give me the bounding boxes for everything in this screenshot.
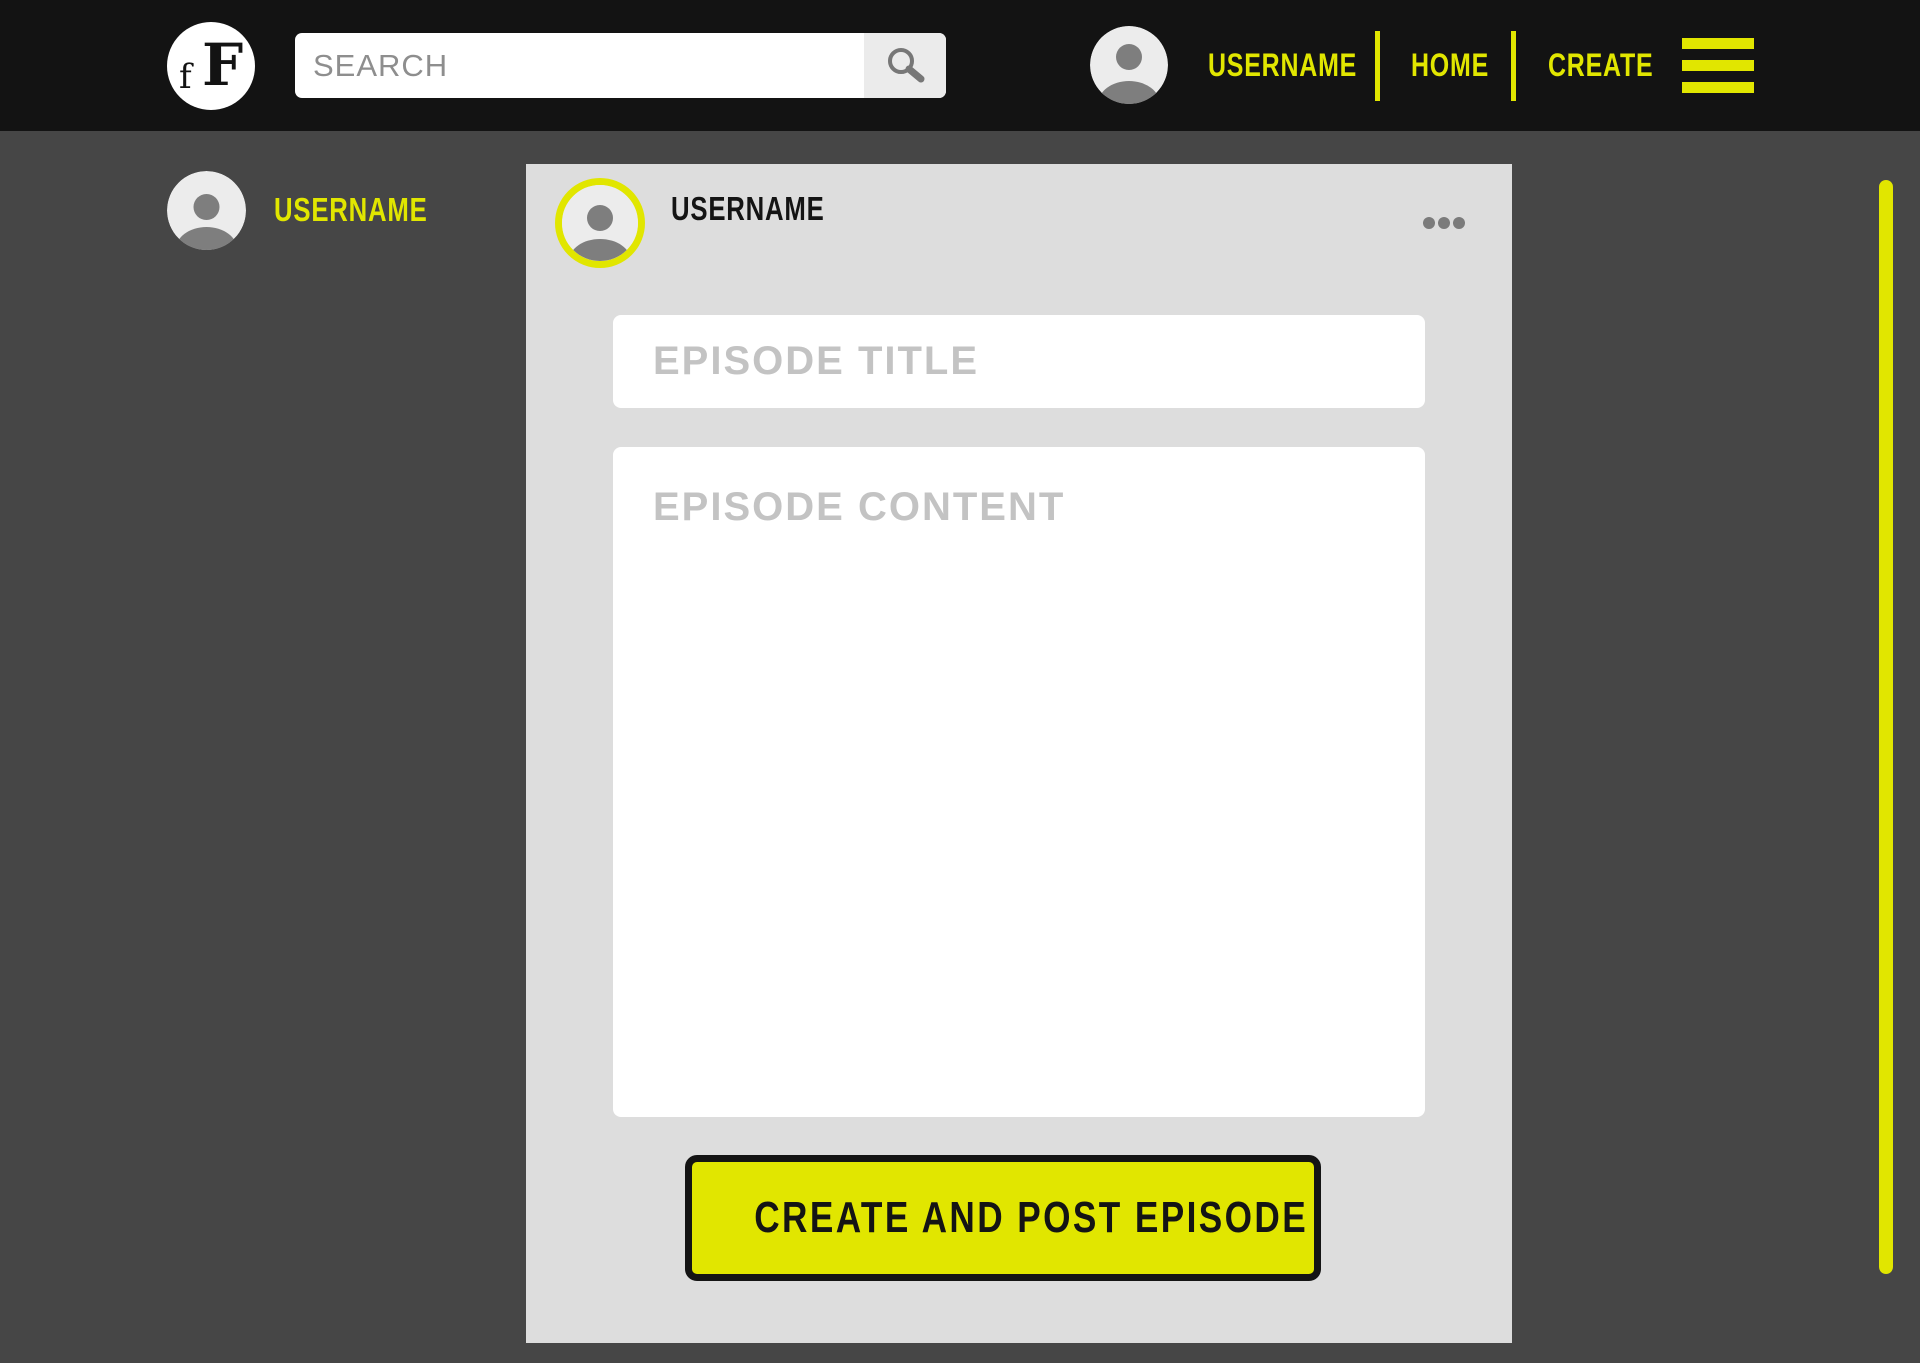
nav-divider bbox=[1511, 31, 1516, 101]
nav-home-link[interactable]: HOME bbox=[1411, 40, 1489, 90]
episode-title-field[interactable] bbox=[613, 315, 1425, 408]
nav-create-link[interactable]: CREATE bbox=[1548, 40, 1653, 90]
search-button[interactable] bbox=[864, 33, 946, 98]
more-dot bbox=[1438, 217, 1450, 229]
user-avatar-icon bbox=[1090, 26, 1168, 104]
author-avatar[interactable] bbox=[555, 178, 645, 268]
nav-username-link[interactable]: USERNAME bbox=[1208, 40, 1357, 90]
top-navigation-bar: f F USERNAME HOME CREATE bbox=[0, 0, 1920, 131]
episode-content-field[interactable] bbox=[613, 447, 1425, 1117]
scrollbar[interactable] bbox=[1879, 180, 1893, 1274]
submit-button-label: CREATE AND POST EPISODE bbox=[754, 1193, 1309, 1242]
create-episode-card: USERNAME CREATE AND POST EPISODE bbox=[526, 164, 1512, 1343]
search-input[interactable] bbox=[295, 33, 863, 98]
menu-bar bbox=[1682, 60, 1754, 71]
more-options-icon[interactable] bbox=[1420, 208, 1468, 238]
search-icon bbox=[888, 48, 925, 83]
user-avatar-icon bbox=[562, 185, 638, 261]
search-bar bbox=[295, 33, 946, 98]
nav-divider bbox=[1375, 31, 1380, 101]
more-dot bbox=[1453, 217, 1465, 229]
hamburger-menu-icon[interactable] bbox=[1682, 38, 1754, 93]
more-dot bbox=[1423, 217, 1435, 229]
sidebar-avatar[interactable] bbox=[167, 171, 246, 250]
logo-letter-big: F bbox=[202, 31, 244, 99]
nav-avatar[interactable] bbox=[1090, 26, 1168, 104]
sidebar-username-link[interactable]: USERNAME bbox=[274, 185, 428, 235]
create-and-post-episode-button[interactable]: CREATE AND POST EPISODE bbox=[685, 1155, 1321, 1281]
ff-logo-icon[interactable]: f F bbox=[167, 22, 255, 110]
menu-bar bbox=[1682, 82, 1754, 93]
author-username: USERNAME bbox=[671, 190, 825, 227]
logo-letter-small: f bbox=[179, 57, 192, 97]
user-avatar-icon bbox=[167, 171, 246, 250]
menu-bar bbox=[1682, 38, 1754, 49]
